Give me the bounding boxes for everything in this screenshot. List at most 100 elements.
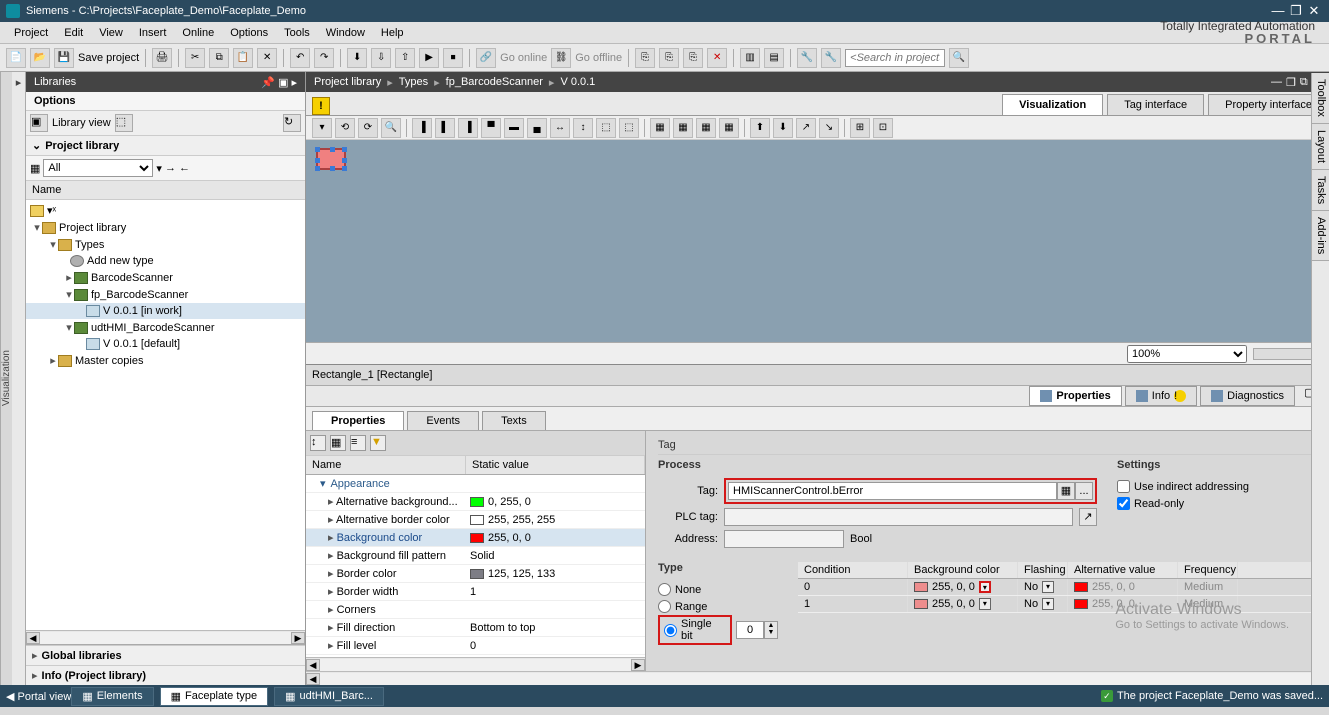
tab-visualization[interactable]: Visualization (1002, 94, 1103, 115)
pg-row[interactable]: ▸ Alternative background...0, 255, 0 (306, 493, 645, 511)
et-al-b-icon[interactable]: ▄ (527, 118, 547, 138)
undo-icon[interactable]: ↶ (290, 48, 310, 68)
tb-b-icon[interactable]: ⎘ (659, 48, 679, 68)
tree-udt-barcode[interactable]: ▾udtHMI_BarcodeScanner (26, 319, 305, 336)
print-icon[interactable]: 🖨 (152, 48, 172, 68)
filter-d-icon[interactable]: ← (179, 162, 190, 174)
type-range-radio[interactable] (658, 600, 671, 613)
rtab-tasks[interactable]: Tasks (1312, 170, 1329, 211)
tree-fp-barcode[interactable]: ▾fp_BarcodeScanner (26, 286, 305, 303)
filter-a-icon[interactable]: ▦ (30, 162, 40, 175)
tree-root[interactable]: ▾Project library (26, 219, 305, 236)
bg-color-dropdown-icon[interactable]: ▾ (979, 581, 991, 593)
save-icon[interactable]: 💾 (54, 48, 74, 68)
menu-help[interactable]: Help (373, 24, 412, 42)
et-same-h-icon[interactable]: ⬚ (619, 118, 639, 138)
et-group-icon[interactable]: ⟳ (358, 118, 378, 138)
portal-view-button[interactable]: ◀ Portal view (6, 690, 71, 703)
bc-1[interactable]: Types (399, 76, 428, 88)
lib-pin-icon[interactable]: 📌 (261, 76, 275, 89)
design-canvas[interactable] (306, 140, 1329, 342)
menu-window[interactable]: Window (318, 24, 373, 42)
rtab-layout[interactable]: Layout (1312, 124, 1329, 170)
go-offline-button[interactable]: Go offline (575, 52, 622, 64)
tab-bottom-diagnostics[interactable]: Diagnostics (1200, 386, 1295, 406)
redo-icon[interactable]: ↷ (314, 48, 334, 68)
pg-row[interactable]: ▸ Background fill patternSolid (306, 547, 645, 565)
filter-b-icon[interactable]: ▾ (156, 162, 162, 175)
global-libraries-header[interactable]: ▸Global libraries (26, 645, 305, 665)
pg-cat-appearance[interactable]: ▾ Appearance (306, 475, 645, 493)
pg-list-icon[interactable]: ≡ (350, 435, 366, 451)
tree-v001-inwork[interactable]: V 0.0.1 [in work] (26, 303, 305, 319)
cut-icon[interactable]: ✂ (185, 48, 205, 68)
et-grid-icon[interactable]: ⊞ (850, 118, 870, 138)
task-faceplate[interactable]: ▦Faceplate type (160, 687, 269, 706)
pg-row[interactable]: ▸ Fill directionBottom to top (306, 619, 645, 637)
ptab-events[interactable]: Events (407, 411, 479, 430)
plc-tag-input[interactable] (724, 508, 1073, 526)
pg-cat-icon[interactable]: ▦ (330, 435, 346, 451)
tab-tag-interface[interactable]: Tag interface (1107, 94, 1204, 115)
delete-icon[interactable]: ✕ (257, 48, 277, 68)
tag-list-icon[interactable]: ▦ (1057, 482, 1075, 500)
et-x2-icon[interactable]: ▦ (673, 118, 693, 138)
zoom-select[interactable]: 100% (1127, 345, 1247, 363)
download-icon[interactable]: ⇩ (371, 48, 391, 68)
lib-hscroll[interactable]: ◀▶ (26, 630, 305, 644)
tb-c-icon[interactable]: ⎘ (683, 48, 703, 68)
tree-barcode[interactable]: ▸BarcodeScanner (26, 269, 305, 286)
bit-number-input[interactable] (736, 621, 764, 639)
condition-row[interactable]: 0 255, 0, 0 ▾ No ▾ 255, 0, 0 Medium (798, 579, 1317, 596)
tb-a-icon[interactable]: ⎘ (635, 48, 655, 68)
compile-icon[interactable]: ⬇ (347, 48, 367, 68)
type-single-bit-radio[interactable] (664, 624, 677, 637)
minimize-button[interactable]: — (1269, 3, 1287, 19)
bc-2[interactable]: fp_BarcodeScanner (446, 76, 543, 88)
task-udt[interactable]: ▦udtHMI_Barc... (274, 687, 384, 706)
project-library-header[interactable]: ⌄Project library (26, 136, 305, 156)
tree-filter-row[interactable]: ▾ˣ (26, 202, 305, 219)
ptab-texts[interactable]: Texts (482, 411, 546, 430)
menu-online[interactable]: Online (174, 24, 222, 42)
et-fwd-icon[interactable]: ↗ (796, 118, 816, 138)
rectangle-1-object[interactable] (316, 148, 346, 170)
pg-row[interactable]: ▸ Border width1 (306, 583, 645, 601)
et-bwd-icon[interactable]: ↘ (819, 118, 839, 138)
detail-hscroll[interactable]: ◀▶ (306, 671, 1329, 685)
editor-min-icon[interactable]: — (1271, 76, 1282, 89)
type-none-radio[interactable] (658, 583, 671, 596)
tree-master-copies[interactable]: ▸Master copies (26, 352, 305, 369)
tab-bottom-properties[interactable]: Properties (1029, 386, 1121, 406)
et-dist-v-icon[interactable]: ↕ (573, 118, 593, 138)
et-al-c-icon[interactable]: ▌ (435, 118, 455, 138)
tag-input[interactable] (728, 482, 1057, 500)
tb-f-icon[interactable]: 🔧 (821, 48, 841, 68)
menu-view[interactable]: View (91, 24, 131, 42)
editor-restore-icon[interactable]: ⧉ (1300, 76, 1308, 89)
new-icon[interactable]: 📄 (6, 48, 26, 68)
menu-tools[interactable]: Tools (276, 24, 318, 42)
readonly-checkbox[interactable] (1117, 497, 1130, 510)
rtab-toolbox[interactable]: Toolbox (1312, 73, 1329, 124)
tab-bottom-info[interactable]: Info! (1125, 386, 1197, 406)
menu-insert[interactable]: Insert (131, 24, 175, 42)
bc-0[interactable]: Project library (314, 76, 381, 88)
lib-collapse-icon[interactable]: ▸ (291, 76, 297, 89)
address-input[interactable] (724, 530, 844, 548)
disconnect-icon[interactable]: ⛓ (551, 48, 571, 68)
task-elements[interactable]: ▦Elements (71, 687, 153, 706)
split-h-icon[interactable]: ▥ (740, 48, 760, 68)
et-al-l-icon[interactable]: ▐ (412, 118, 432, 138)
search-go-icon[interactable]: 🔍 (949, 48, 969, 68)
pg-filter-icon[interactable]: ▼ (370, 435, 386, 451)
et-zoom-icon[interactable]: 🔍 (381, 118, 401, 138)
et-x4-icon[interactable]: ▦ (719, 118, 739, 138)
filter-c-icon[interactable]: → (165, 162, 176, 174)
pg-row[interactable]: ▸ Alternative border color255, 255, 255 (306, 511, 645, 529)
flashing-dropdown-icon[interactable]: ▾ (1042, 598, 1054, 610)
connect-icon[interactable]: 🔗 (476, 48, 496, 68)
pg-hscroll[interactable]: ◀▶ (306, 657, 645, 671)
tag-browse-icon[interactable]: ... (1075, 482, 1093, 500)
libview-toggle-icon[interactable]: ▣ (30, 114, 48, 132)
